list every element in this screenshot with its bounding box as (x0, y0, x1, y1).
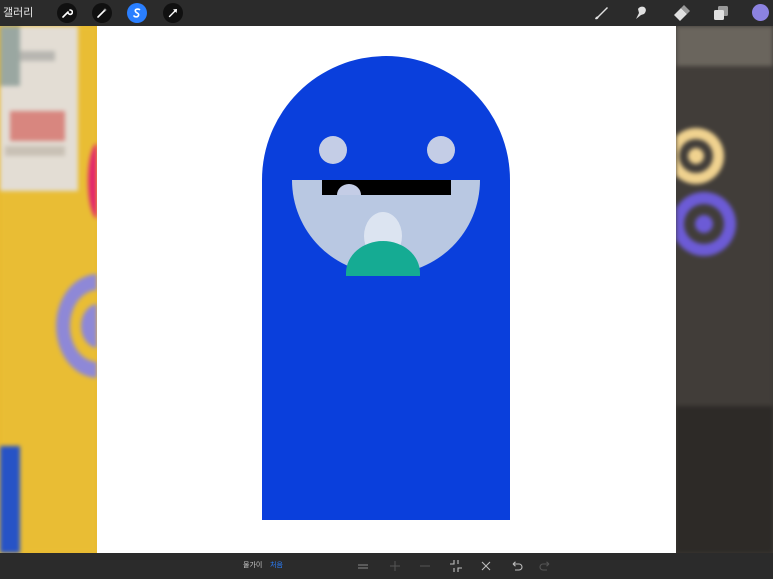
color-picker-swatch[interactable] (752, 4, 769, 21)
flatten-icon[interactable] (356, 559, 370, 573)
character-body (262, 56, 510, 520)
brush-icon[interactable] (592, 4, 610, 22)
selection-icon[interactable] (127, 3, 147, 23)
eraser-icon[interactable] (672, 4, 690, 22)
transform-arrow-icon[interactable] (163, 3, 183, 23)
background-photo-right (676, 26, 773, 553)
smudge-icon[interactable] (632, 4, 650, 22)
redo-icon[interactable] (539, 559, 553, 573)
magic-wand-icon[interactable] (92, 3, 112, 23)
character-left-eye (319, 136, 347, 164)
cancel-icon[interactable] (479, 559, 493, 573)
character-right-eye (427, 136, 455, 164)
background-photo-left (0, 26, 97, 553)
bottom-label: 물가이 (243, 561, 263, 569)
gallery-link[interactable]: 갤러리 (3, 4, 33, 22)
wrench-icon[interactable] (57, 3, 77, 23)
drawing-canvas[interactable] (97, 26, 676, 553)
layers-icon[interactable] (712, 4, 730, 22)
bottom-toolbar: 물가이 처음 (0, 553, 773, 579)
bottom-accent-label[interactable]: 처음 (270, 560, 283, 570)
top-toolbar: 갤러리 (0, 0, 773, 26)
minus-icon[interactable] (418, 559, 432, 573)
plus-icon[interactable] (388, 559, 402, 573)
undo-icon[interactable] (509, 559, 523, 573)
fit-icon[interactable] (449, 559, 463, 573)
